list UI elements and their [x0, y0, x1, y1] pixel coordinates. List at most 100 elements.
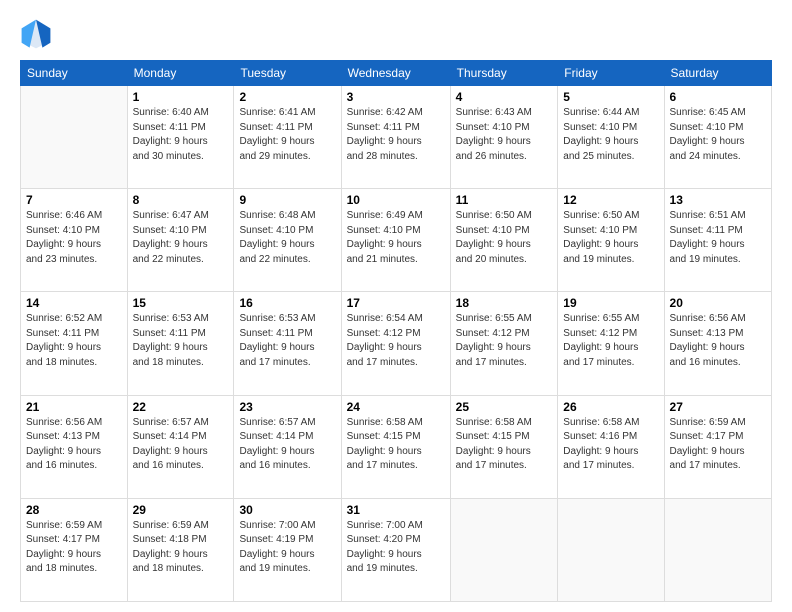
week-row-2: 7 Sunrise: 6:46 AMSunset: 4:10 PMDaylight… [21, 189, 772, 292]
day-number: 2 [239, 90, 335, 104]
header [20, 18, 772, 50]
week-row-3: 14 Sunrise: 6:52 AMSunset: 4:11 PMDayligh… [21, 292, 772, 395]
calendar-cell: 1 Sunrise: 6:40 AMSunset: 4:11 PMDaylight… [127, 86, 234, 189]
day-number: 19 [563, 296, 658, 310]
day-number: 10 [347, 193, 445, 207]
calendar-cell: 4Sunrise: 6:43 AMSunset: 4:10 PMDaylight… [450, 86, 558, 189]
calendar-cell: 24 Sunrise: 6:58 AMSunset: 4:15 PMDayligh… [341, 395, 450, 498]
week-row-5: 28 Sunrise: 6:59 AMSunset: 4:17 PMDayligh… [21, 498, 772, 601]
day-info: Sunrise: 6:53 AMSunset: 4:11 PMDaylight:… [239, 312, 335, 370]
day-info: Sunrise: 6:58 AMSunset: 4:15 PMDaylight:… [347, 416, 445, 474]
day-number: 7 [26, 193, 122, 207]
day-info: Sunrise: 6:41 AMSunset: 4:11 PMDaylight:… [239, 106, 335, 164]
day-number: 14 [26, 296, 122, 310]
weekday-header-sunday: Sunday [21, 61, 128, 86]
day-info: Sunrise: 6:42 AMSunset: 4:11 PMDaylight:… [347, 106, 445, 164]
day-info: Sunrise: 6:57 AMSunset: 4:14 PMDaylight:… [133, 416, 229, 474]
calendar-cell: 16 Sunrise: 6:53 AMSunset: 4:11 PMDayligh… [234, 292, 341, 395]
day-info: Sunrise: 6:59 AMSunset: 4:17 PMDaylight:… [670, 416, 766, 474]
calendar-cell: 22 Sunrise: 6:57 AMSunset: 4:14 PMDayligh… [127, 395, 234, 498]
day-number: 1 [133, 90, 229, 104]
calendar-cell: 23 Sunrise: 6:57 AMSunset: 4:14 PMDayligh… [234, 395, 341, 498]
calendar-cell: 25Sunrise: 6:58 AMSunset: 4:15 PMDayligh… [450, 395, 558, 498]
calendar-cell: 7 Sunrise: 6:46 AMSunset: 4:10 PMDaylight… [21, 189, 128, 292]
calendar-cell [21, 86, 128, 189]
day-number: 29 [133, 503, 229, 517]
day-info: Sunrise: 6:59 AMSunset: 4:17 PMDaylight:… [26, 519, 122, 577]
calendar-cell: 2 Sunrise: 6:41 AMSunset: 4:11 PMDaylight… [234, 86, 341, 189]
day-number: 28 [26, 503, 122, 517]
day-info: Sunrise: 6:50 AMSunset: 4:10 PMDaylight:… [456, 209, 553, 267]
day-number: 11 [456, 193, 553, 207]
day-info: Sunrise: 6:58 AMSunset: 4:16 PMDaylight:… [563, 416, 658, 474]
calendar-cell: 5 Sunrise: 6:44 AMSunset: 4:10 PMDaylight… [558, 86, 664, 189]
day-number: 23 [239, 400, 335, 414]
day-info: Sunrise: 6:49 AMSunset: 4:10 PMDaylight:… [347, 209, 445, 267]
day-info: Sunrise: 6:53 AMSunset: 4:11 PMDaylight:… [133, 312, 229, 370]
day-number: 13 [670, 193, 766, 207]
calendar-cell: 8Sunrise: 6:47 AMSunset: 4:10 PMDaylight… [127, 189, 234, 292]
day-info: Sunrise: 6:55 AMSunset: 4:12 PMDaylight:… [563, 312, 658, 370]
calendar-cell: 15 Sunrise: 6:53 AMSunset: 4:11 PMDayligh… [127, 292, 234, 395]
calendar-cell: 9 Sunrise: 6:48 AMSunset: 4:10 PMDaylight… [234, 189, 341, 292]
page: SundayMondayTuesdayWednesdayThursdayFrid… [0, 0, 792, 612]
day-number: 18 [456, 296, 553, 310]
weekday-header-tuesday: Tuesday [234, 61, 341, 86]
weekday-header-friday: Friday [558, 61, 664, 86]
logo-icon [20, 18, 52, 50]
week-row-1: 1 Sunrise: 6:40 AMSunset: 4:11 PMDaylight… [21, 86, 772, 189]
day-info: Sunrise: 6:47 AMSunset: 4:10 PMDaylight:… [133, 209, 229, 267]
day-number: 5 [563, 90, 658, 104]
weekday-header-row: SundayMondayTuesdayWednesdayThursdayFrid… [21, 61, 772, 86]
calendar-cell: 29 Sunrise: 6:59 AMSunset: 4:18 PMDayligh… [127, 498, 234, 601]
day-info: Sunrise: 6:44 AMSunset: 4:10 PMDaylight:… [563, 106, 658, 164]
day-info: Sunrise: 6:57 AMSunset: 4:14 PMDaylight:… [239, 416, 335, 474]
calendar-cell: 3 Sunrise: 6:42 AMSunset: 4:11 PMDaylight… [341, 86, 450, 189]
day-number: 6 [670, 90, 766, 104]
day-number: 9 [239, 193, 335, 207]
day-info: Sunrise: 6:50 AMSunset: 4:10 PMDaylight:… [563, 209, 658, 267]
weekday-header-saturday: Saturday [664, 61, 771, 86]
day-number: 31 [347, 503, 445, 517]
day-info: Sunrise: 6:48 AMSunset: 4:10 PMDaylight:… [239, 209, 335, 267]
calendar-cell [450, 498, 558, 601]
calendar-cell: 19 Sunrise: 6:55 AMSunset: 4:12 PMDayligh… [558, 292, 664, 395]
day-info: Sunrise: 6:56 AMSunset: 4:13 PMDaylight:… [670, 312, 766, 370]
day-info: Sunrise: 6:52 AMSunset: 4:11 PMDaylight:… [26, 312, 122, 370]
calendar-cell: 10 Sunrise: 6:49 AMSunset: 4:10 PMDayligh… [341, 189, 450, 292]
day-number: 20 [670, 296, 766, 310]
week-row-4: 21 Sunrise: 6:56 AMSunset: 4:13 PMDayligh… [21, 395, 772, 498]
calendar-cell: 14 Sunrise: 6:52 AMSunset: 4:11 PMDayligh… [21, 292, 128, 395]
day-number: 22 [133, 400, 229, 414]
calendar-cell: 11 Sunrise: 6:50 AMSunset: 4:10 PMDayligh… [450, 189, 558, 292]
calendar-cell: 26 Sunrise: 6:58 AMSunset: 4:16 PMDayligh… [558, 395, 664, 498]
day-info: Sunrise: 6:46 AMSunset: 4:10 PMDaylight:… [26, 209, 122, 267]
calendar-cell: 21 Sunrise: 6:56 AMSunset: 4:13 PMDayligh… [21, 395, 128, 498]
calendar-cell: 13 Sunrise: 6:51 AMSunset: 4:11 PMDayligh… [664, 189, 771, 292]
day-number: 15 [133, 296, 229, 310]
calendar-cell [664, 498, 771, 601]
weekday-header-thursday: Thursday [450, 61, 558, 86]
weekday-header-monday: Monday [127, 61, 234, 86]
day-info: Sunrise: 6:58 AMSunset: 4:15 PMDaylight:… [456, 416, 553, 474]
day-info: Sunrise: 6:59 AMSunset: 4:18 PMDaylight:… [133, 519, 229, 577]
day-info: Sunrise: 6:40 AMSunset: 4:11 PMDaylight:… [133, 106, 229, 164]
day-number: 12 [563, 193, 658, 207]
day-number: 3 [347, 90, 445, 104]
day-number: 24 [347, 400, 445, 414]
calendar-cell: 20 Sunrise: 6:56 AMSunset: 4:13 PMDayligh… [664, 292, 771, 395]
calendar-cell: 12 Sunrise: 6:50 AMSunset: 4:10 PMDayligh… [558, 189, 664, 292]
calendar-cell: 17Sunrise: 6:54 AMSunset: 4:12 PMDayligh… [341, 292, 450, 395]
day-number: 27 [670, 400, 766, 414]
day-info: Sunrise: 6:51 AMSunset: 4:11 PMDaylight:… [670, 209, 766, 267]
calendar-table: SundayMondayTuesdayWednesdayThursdayFrid… [20, 60, 772, 602]
day-info: Sunrise: 6:45 AMSunset: 4:10 PMDaylight:… [670, 106, 766, 164]
day-info: Sunrise: 6:56 AMSunset: 4:13 PMDaylight:… [26, 416, 122, 474]
day-number: 17 [347, 296, 445, 310]
calendar-cell: 6 Sunrise: 6:45 AMSunset: 4:10 PMDaylight… [664, 86, 771, 189]
day-info: Sunrise: 7:00 AMSunset: 4:19 PMDaylight:… [239, 519, 335, 577]
day-info: Sunrise: 6:43 AMSunset: 4:10 PMDaylight:… [456, 106, 553, 164]
day-number: 21 [26, 400, 122, 414]
day-number: 26 [563, 400, 658, 414]
day-number: 16 [239, 296, 335, 310]
